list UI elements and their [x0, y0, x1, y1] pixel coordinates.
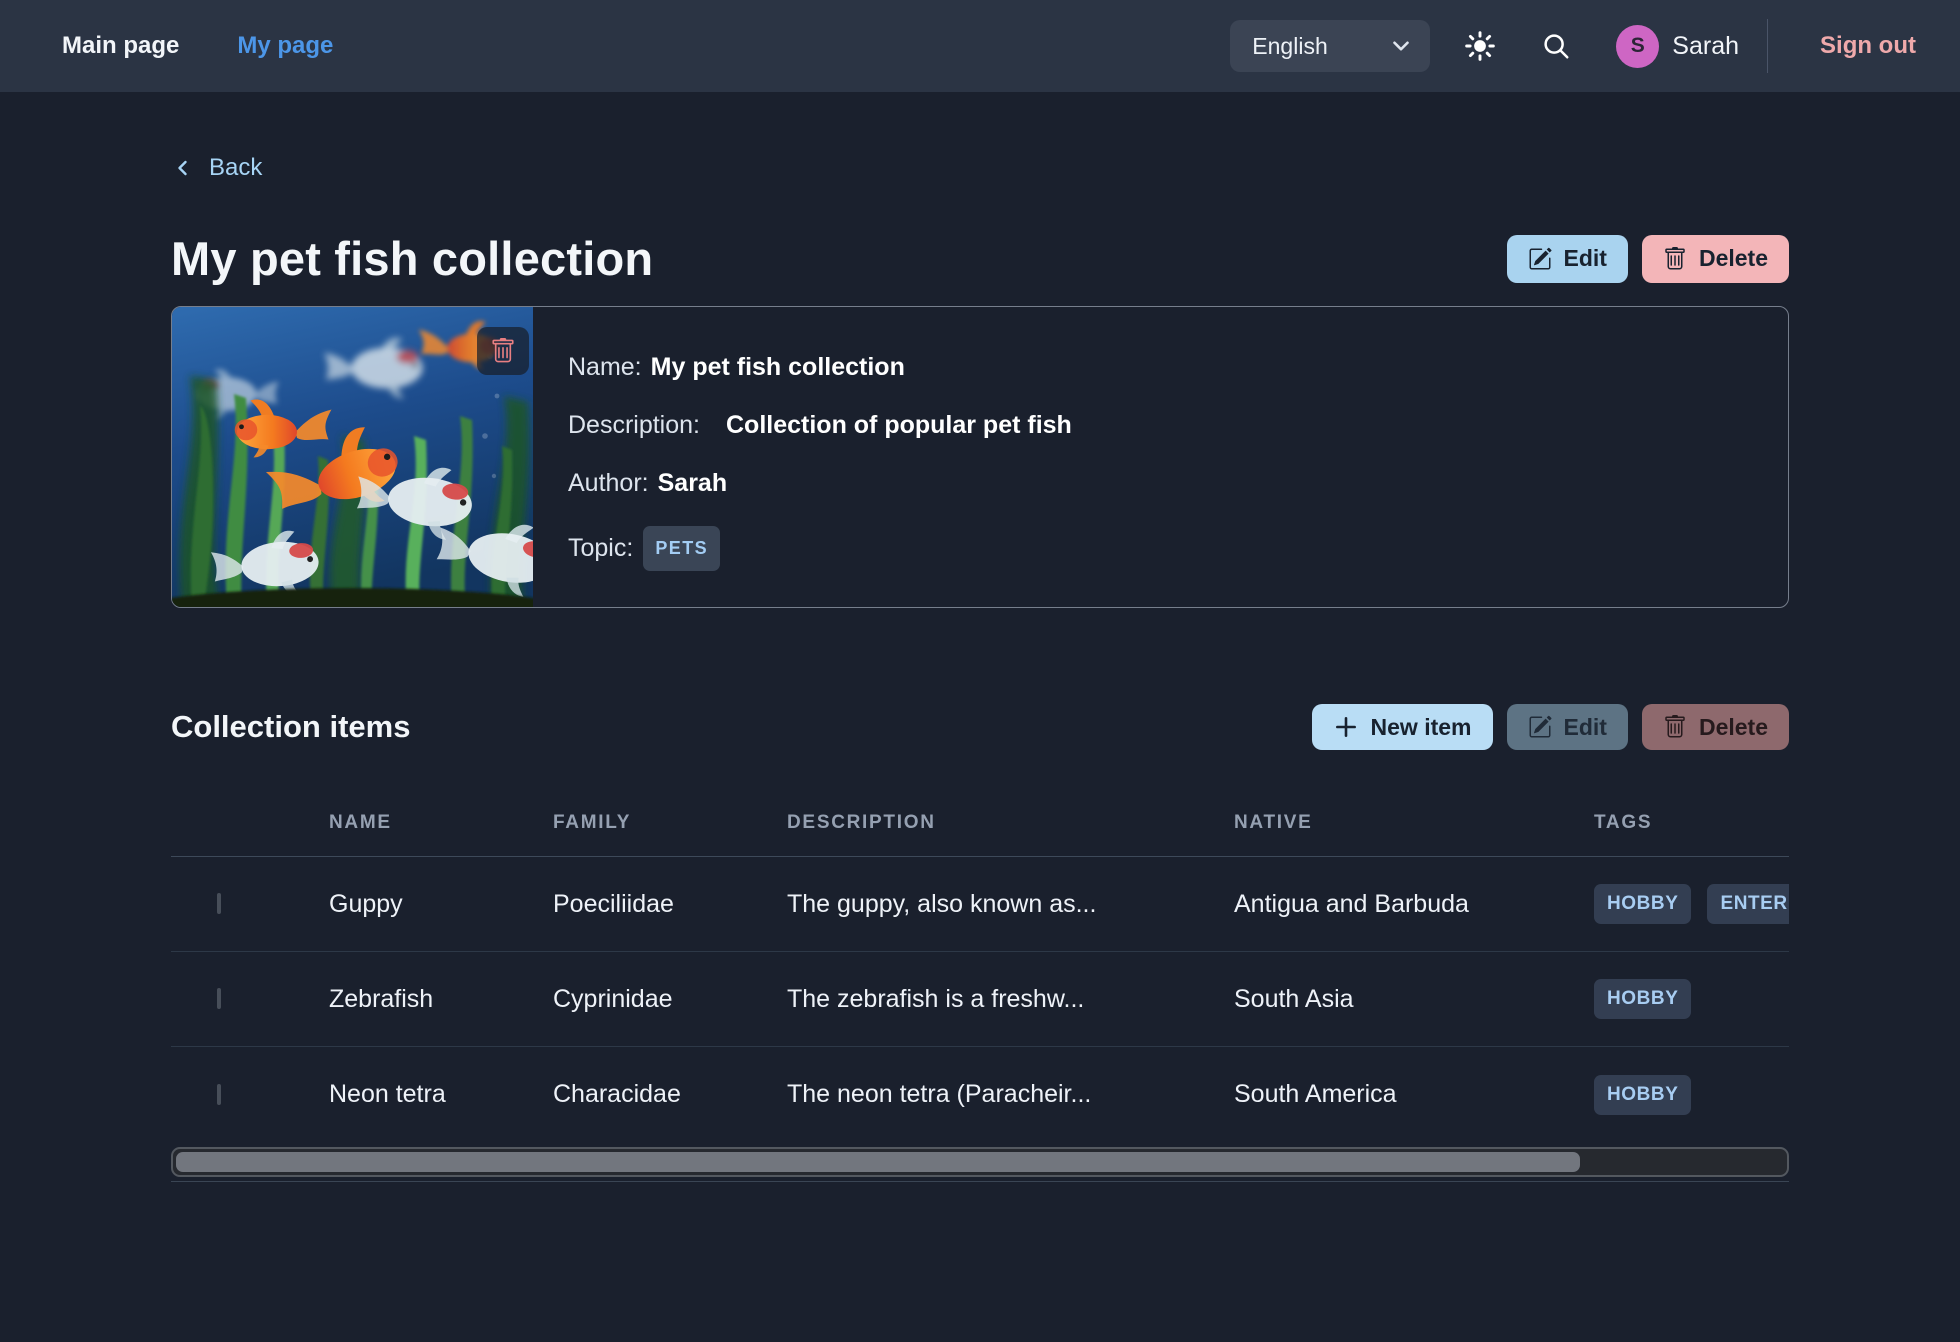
user-name: Sarah	[1672, 32, 1739, 61]
top-navbar: Main page My page English S Sarah Si	[0, 0, 1960, 92]
trash-icon	[1663, 247, 1687, 271]
cell-description: The neon tetra (Paracheir...	[787, 1080, 1234, 1109]
page-content: Back My pet fish collection Edit Delete	[171, 92, 1789, 1182]
scrollbar-thumb[interactable]	[176, 1152, 1580, 1172]
tag-badge: HOBBY	[1594, 979, 1691, 1019]
name-label: Name:	[568, 352, 642, 383]
cell-family: Characidae	[553, 1080, 787, 1109]
pencil-square-icon	[1528, 247, 1552, 271]
collection-actions: Edit Delete	[1507, 235, 1790, 283]
cell-family: Poeciliidae	[553, 890, 787, 919]
cell-description: The guppy, also known as...	[787, 890, 1234, 919]
edit-collection-button[interactable]: Edit	[1507, 235, 1628, 283]
edit-item-label: Edit	[1564, 714, 1607, 741]
delete-collection-label: Delete	[1699, 245, 1768, 272]
nav-link-main-page[interactable]: Main page	[62, 32, 179, 60]
title-row: My pet fish collection Edit Delete	[171, 231, 1789, 286]
search-button[interactable]	[1536, 26, 1576, 66]
new-item-button[interactable]: New item	[1312, 704, 1493, 750]
search-icon	[1541, 31, 1571, 61]
trash-icon	[490, 338, 516, 364]
cell-family: Cyprinidae	[553, 985, 787, 1014]
tag-badge: HOBBY	[1594, 884, 1691, 924]
sign-out-button[interactable]: Sign out	[1820, 32, 1916, 60]
cell-native: South Asia	[1234, 985, 1594, 1014]
delete-item-button[interactable]: Delete	[1642, 704, 1789, 750]
header-family: FAMILY	[553, 812, 787, 834]
row-checkbox[interactable]	[217, 893, 221, 914]
header-description: DESCRIPTION	[787, 812, 1234, 834]
header-tags: TAGS	[1594, 812, 1789, 834]
cell-name: Zebrafish	[329, 985, 553, 1014]
cell-description: The zebrafish is a freshw...	[787, 985, 1234, 1014]
chevron-left-icon	[171, 156, 195, 180]
items-section-title: Collection items	[171, 709, 410, 745]
theme-toggle-button[interactable]	[1460, 26, 1500, 66]
edit-collection-label: Edit	[1564, 245, 1607, 272]
author-label: Author:	[568, 468, 649, 499]
trash-icon	[1663, 715, 1687, 739]
description-value: Collection of popular pet fish	[726, 410, 1072, 441]
table-row[interactable]: Zebrafish Cyprinidae The zebrafish is a …	[171, 952, 1789, 1047]
pencil-square-icon	[1528, 715, 1552, 739]
horizontal-scrollbar[interactable]	[171, 1147, 1789, 1177]
collection-card: Name: My pet fish collection Description…	[171, 306, 1789, 608]
cell-tags: HOBBY	[1594, 1047, 1789, 1142]
collection-image	[172, 307, 533, 607]
tag-badge: HOBBY	[1594, 1075, 1691, 1115]
detail-author: Author: Sarah	[568, 468, 1072, 499]
cell-native: South America	[1234, 1080, 1594, 1109]
cell-native: Antigua and Barbuda	[1234, 890, 1594, 919]
back-link[interactable]: Back	[171, 154, 262, 182]
items-actions: New item Edit Delete	[1312, 704, 1789, 750]
language-select[interactable]: English	[1230, 20, 1430, 72]
table-row[interactable]: Guppy Poeciliidae The guppy, also known …	[171, 857, 1789, 952]
table-row[interactable]: Neon tetra Characidae The neon tetra (Pa…	[171, 1047, 1789, 1142]
topic-badge: PETS	[643, 526, 720, 571]
detail-description: Description: Collection of popular pet f…	[568, 410, 1072, 441]
avatar-initial: S	[1631, 34, 1645, 58]
nav-links: Main page My page	[62, 32, 333, 60]
cell-tags: HOBBY	[1594, 952, 1789, 1046]
sun-icon	[1464, 30, 1496, 62]
new-item-label: New item	[1371, 714, 1472, 741]
edit-item-button[interactable]: Edit	[1507, 704, 1628, 750]
image-delete-button[interactable]	[477, 327, 529, 375]
cell-tags: HOBBY ENTER	[1594, 857, 1789, 951]
user-avatar[interactable]: S	[1616, 25, 1659, 68]
items-section-header: Collection items New item Edit Delete	[171, 704, 1789, 750]
detail-name: Name: My pet fish collection	[568, 352, 1072, 383]
row-checkbox[interactable]	[217, 1084, 221, 1105]
topic-label: Topic:	[568, 533, 633, 564]
cell-name: Guppy	[329, 890, 553, 919]
items-table: NAME FAMILY DESCRIPTION NATIVE TAGS Gupp…	[171, 750, 1789, 1182]
delete-collection-button[interactable]: Delete	[1642, 235, 1789, 283]
header-name: NAME	[329, 812, 553, 834]
page-title: My pet fish collection	[171, 231, 653, 286]
language-select-value: English	[1252, 33, 1327, 60]
detail-topic: Topic: PETS	[568, 526, 1072, 571]
header-native: NATIVE	[1234, 812, 1594, 834]
description-label: Description:	[568, 410, 700, 441]
navbar-divider	[1767, 19, 1768, 73]
table-body: Guppy Poeciliidae The guppy, also known …	[171, 857, 1789, 1142]
table-header-row: NAME FAMILY DESCRIPTION NATIVE TAGS	[171, 750, 1789, 857]
row-checkbox[interactable]	[217, 988, 221, 1009]
plus-icon	[1333, 714, 1359, 740]
delete-item-label: Delete	[1699, 714, 1768, 741]
nav-link-my-page[interactable]: My page	[237, 32, 333, 60]
tag-badge: ENTER	[1707, 884, 1789, 924]
back-link-label: Back	[209, 154, 262, 182]
chevron-down-icon	[1388, 33, 1414, 59]
navbar-right: English S Sarah Sign out	[1230, 19, 1916, 73]
name-value: My pet fish collection	[651, 352, 905, 383]
cell-name: Neon tetra	[329, 1080, 553, 1109]
author-value: Sarah	[658, 468, 727, 499]
table-bottom-border	[171, 1181, 1789, 1182]
collection-details: Name: My pet fish collection Description…	[533, 307, 1112, 607]
